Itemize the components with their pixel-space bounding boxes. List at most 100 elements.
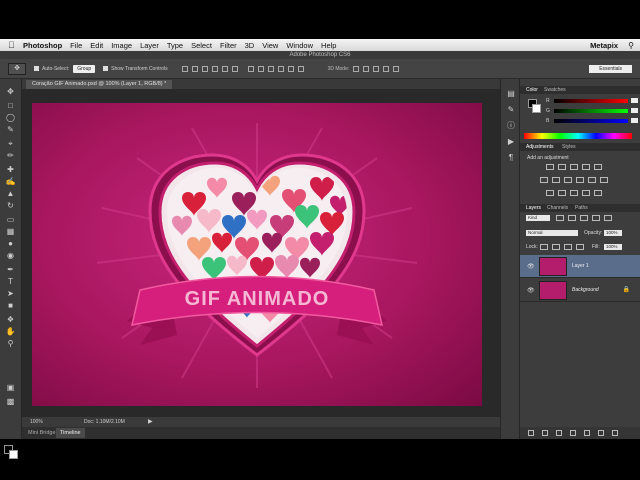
- clone-stamp-tool-icon[interactable]: ▲: [5, 189, 16, 198]
- new-group-icon[interactable]: [584, 430, 590, 436]
- document-tab[interactable]: Coração GIF Animado.psd @ 100% (Layer 1,…: [26, 80, 173, 89]
- visibility-eye-icon[interactable]: 👁: [527, 287, 535, 294]
- apple-icon[interactable]: : [8, 40, 17, 50]
- filter-adjustment-icon[interactable]: [568, 215, 576, 221]
- app-menu[interactable]: Photoshop: [23, 41, 62, 50]
- red-slider[interactable]: [554, 99, 628, 103]
- gradient-map-icon[interactable]: [582, 190, 590, 196]
- align-center-icon[interactable]: [221, 65, 228, 72]
- quick-mask-icon[interactable]: ▣: [5, 383, 16, 392]
- menu-type[interactable]: Type: [167, 41, 183, 50]
- green-value-field[interactable]: [631, 108, 638, 113]
- color-spectrum-bar[interactable]: [524, 133, 632, 139]
- spotlight-search-icon[interactable]: ⚲: [628, 41, 634, 50]
- lock-image-icon[interactable]: [552, 244, 560, 250]
- properties-panel-icon[interactable]: ✎: [506, 105, 516, 115]
- shape-tool-icon[interactable]: ■: [5, 301, 16, 310]
- paragraph-panel-icon[interactable]: ¶: [506, 153, 516, 163]
- distribute-middle-icon[interactable]: [257, 65, 264, 72]
- document-canvas[interactable]: GIF ANIMADO: [32, 103, 482, 406]
- menu-window[interactable]: Window: [286, 41, 313, 50]
- hue-saturation-icon[interactable]: [540, 177, 548, 183]
- tab-styles[interactable]: Styles: [562, 144, 576, 150]
- align-top-icon[interactable]: [181, 65, 188, 72]
- tab-channels[interactable]: Channels: [547, 205, 568, 211]
- layer-style-icon[interactable]: [542, 430, 548, 436]
- 3d-roll-icon[interactable]: [363, 65, 370, 72]
- channel-mixer-icon[interactable]: [588, 177, 596, 183]
- green-slider[interactable]: [554, 109, 628, 113]
- menu-layer[interactable]: Layer: [140, 41, 159, 50]
- align-middle-icon[interactable]: [191, 65, 198, 72]
- path-selection-tool-icon[interactable]: ➤: [5, 289, 16, 298]
- layer-row-layer-1[interactable]: 👁 Layer 1: [520, 255, 640, 278]
- menu-view[interactable]: View: [262, 41, 278, 50]
- hand-tool-icon[interactable]: ✋: [5, 327, 16, 336]
- menu-select[interactable]: Select: [191, 41, 212, 50]
- quick-select-tool-icon[interactable]: ✎: [5, 125, 16, 134]
- 3d-pan-icon[interactable]: [373, 65, 380, 72]
- color-lookup-icon[interactable]: [600, 177, 608, 183]
- user-name[interactable]: Metapix: [590, 41, 618, 50]
- brush-tool-icon[interactable]: ✍: [5, 177, 16, 186]
- menu-3d[interactable]: 3D: [245, 41, 255, 50]
- move-tool-icon[interactable]: ✥: [5, 87, 16, 96]
- panel-background-swatch[interactable]: [532, 104, 541, 113]
- history-panel-icon[interactable]: ▤: [506, 89, 516, 99]
- tab-color[interactable]: Color: [526, 87, 538, 93]
- exposure-icon[interactable]: [582, 164, 590, 170]
- filter-pixel-icon[interactable]: [556, 215, 564, 221]
- filter-smart-object-icon[interactable]: [604, 215, 612, 221]
- status-menu-arrow-icon[interactable]: ▶: [148, 418, 153, 425]
- layer-row-background[interactable]: 👁 Background 🔒: [520, 279, 640, 302]
- crop-tool-icon[interactable]: ⌖: [5, 139, 16, 148]
- visibility-eye-icon[interactable]: 👁: [527, 263, 535, 270]
- blur-tool-icon[interactable]: ●: [5, 239, 16, 248]
- eraser-tool-icon[interactable]: ▭: [5, 215, 16, 224]
- actions-panel-icon[interactable]: ▶: [506, 137, 516, 147]
- tab-mini-bridge[interactable]: Mini Bridge: [24, 428, 60, 438]
- lock-position-icon[interactable]: [564, 244, 572, 250]
- align-left-icon[interactable]: [211, 65, 218, 72]
- gradient-tool-icon[interactable]: ▦: [5, 227, 16, 236]
- distribute-left-icon[interactable]: [277, 65, 284, 72]
- history-brush-tool-icon[interactable]: ↻: [5, 201, 16, 210]
- filter-shape-icon[interactable]: [592, 215, 600, 221]
- red-value-field[interactable]: [631, 98, 638, 103]
- screen-mode-icon[interactable]: ▩: [5, 397, 16, 406]
- tab-adjustments[interactable]: Adjustments: [526, 144, 554, 150]
- pen-tool-icon[interactable]: ✒: [5, 265, 16, 274]
- dodge-tool-icon[interactable]: ◉: [5, 251, 16, 260]
- selective-color-icon[interactable]: [594, 190, 602, 196]
- tab-paths[interactable]: Paths: [575, 205, 588, 211]
- filter-type-icon[interactable]: [580, 215, 588, 221]
- lock-all-icon[interactable]: [576, 244, 584, 250]
- type-tool-icon[interactable]: T: [5, 277, 16, 286]
- zoom-tool-icon[interactable]: ⚲: [5, 339, 16, 348]
- lasso-tool-icon[interactable]: ◯: [5, 113, 16, 122]
- layer-mask-icon[interactable]: [556, 430, 562, 436]
- photo-filter-icon[interactable]: [576, 177, 584, 183]
- blue-value-field[interactable]: [631, 118, 638, 123]
- distribute-center-icon[interactable]: [287, 65, 294, 72]
- delete-layer-icon[interactable]: [612, 430, 618, 436]
- blend-mode-dropdown[interactable]: Normal: [526, 230, 578, 236]
- auto-select-dropdown[interactable]: Group: [73, 64, 96, 73]
- distribute-top-icon[interactable]: [247, 65, 254, 72]
- link-layers-icon[interactable]: [528, 430, 534, 436]
- 3d-rotate-icon[interactable]: [353, 65, 360, 72]
- align-bottom-icon[interactable]: [201, 65, 208, 72]
- background-color-swatch[interactable]: [9, 450, 18, 459]
- workspace-switcher[interactable]: Essentials: [589, 64, 632, 73]
- auto-select-checkbox[interactable]: [34, 66, 39, 71]
- posterize-icon[interactable]: [558, 190, 566, 196]
- fill-field[interactable]: 100%: [604, 244, 622, 250]
- 3d-scale-icon[interactable]: [393, 65, 400, 72]
- layer-name[interactable]: Background: [572, 287, 599, 293]
- menu-edit[interactable]: Edit: [90, 41, 103, 50]
- black-white-icon[interactable]: [564, 177, 572, 183]
- color-balance-icon[interactable]: [552, 177, 560, 183]
- align-right-icon[interactable]: [231, 65, 238, 72]
- threshold-icon[interactable]: [570, 190, 578, 196]
- distribute-bottom-icon[interactable]: [267, 65, 274, 72]
